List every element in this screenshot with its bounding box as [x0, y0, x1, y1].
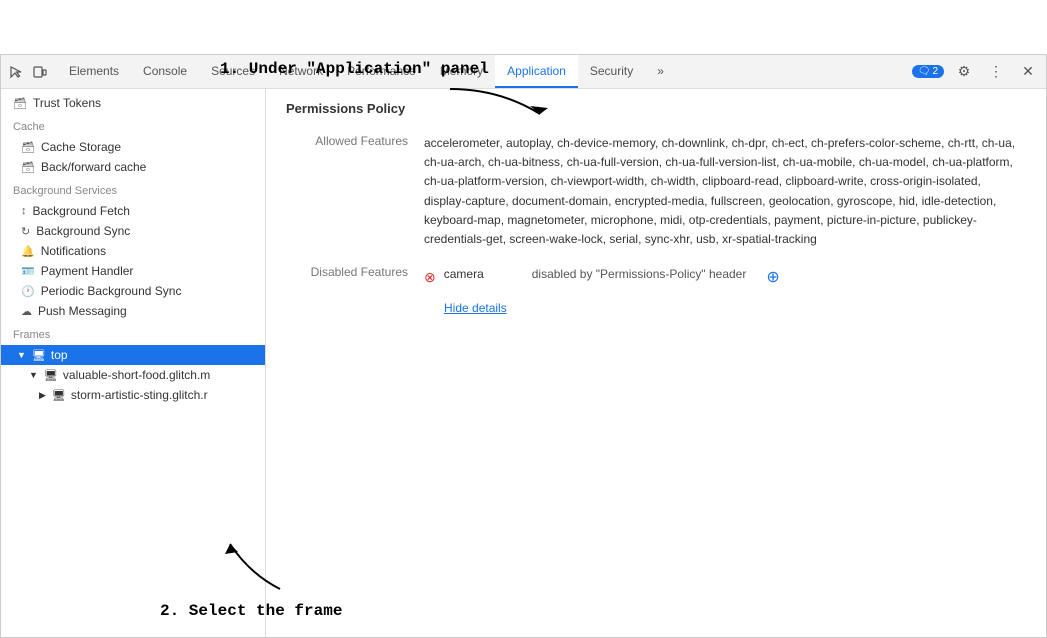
expand-icon: ▼: [17, 350, 26, 360]
sidebar-item-frame2[interactable]: ▶ 🖥 storm-artistic-sting.glitch.r: [1, 385, 265, 405]
cache-storage-icon: 🗃: [21, 141, 35, 154]
sidebar: 🗃 Trust Tokens Cache 🗃 Cache Storage 🗃 B…: [1, 89, 266, 637]
badge-count: 2: [932, 66, 938, 77]
allowed-features-label: Allowed Features: [286, 130, 416, 253]
disabled-feature-name: camera: [444, 265, 524, 284]
disabled-features-row: Disabled Features ⊗ camera disabled by "…: [286, 253, 1026, 322]
error-icon: ⊗: [424, 266, 436, 288]
disabled-feature-entry: ⊗ camera disabled by "Permissions-Policy…: [424, 265, 1018, 291]
sidebar-item-background-sync[interactable]: ↻ Background Sync: [1, 221, 265, 241]
close-button[interactable]: ✕: [1016, 60, 1040, 84]
database-icon: 🗃: [13, 97, 27, 110]
chat-icon: 🗨: [918, 66, 931, 77]
frame-icon: 🖥: [32, 349, 46, 362]
permissions-table: Allowed Features accelerometer, autoplay…: [286, 130, 1026, 322]
sidebar-item-top-frame[interactable]: ▼ 🖥 top: [1, 345, 265, 365]
periodic-sync-icon: 🕐: [21, 285, 35, 298]
allowed-features-value: accelerometer, autoplay, ch-device-memor…: [416, 130, 1026, 253]
toolbar-left-icons: [7, 63, 49, 81]
sync-icon: ↻: [21, 225, 30, 238]
frame-icon-1: 🖥: [44, 369, 58, 382]
toolbar: Elements Console Sources Network Perform…: [1, 55, 1046, 89]
tab-memory[interactable]: Memory: [428, 55, 495, 88]
sidebar-item-cache-storage[interactable]: 🗃 Cache Storage: [1, 137, 265, 157]
tab-sources[interactable]: Sources: [199, 55, 267, 88]
sidebar-item-background-fetch[interactable]: ↕ Background Fetch: [1, 201, 265, 221]
expand-sub1-icon: ▼: [29, 370, 38, 380]
expand-sub2-icon: ▶: [39, 390, 46, 401]
sidebar-item-payment-handler[interactable]: 🪪 Payment Handler: [1, 261, 265, 281]
tab-security[interactable]: Security: [578, 55, 645, 88]
device-icon[interactable]: [31, 63, 49, 81]
disabled-feature-reason: disabled by "Permissions-Policy" header: [532, 265, 747, 284]
messages-badge[interactable]: 🗨 2: [912, 65, 944, 78]
sidebar-item-back-forward-cache[interactable]: 🗃 Back/forward cache: [1, 157, 265, 177]
frame-icon-2: 🖥: [52, 389, 66, 402]
sidebar-item-notifications[interactable]: 🔔 Notifications: [1, 241, 265, 261]
more-options-button[interactable]: ⋮: [984, 60, 1008, 84]
tab-performance[interactable]: Performance: [335, 55, 428, 88]
toolbar-right: 🗨 2 ⚙ ⋮ ✕: [912, 60, 1040, 84]
settings-button[interactable]: ⚙: [952, 60, 976, 84]
disabled-features-label: Disabled Features: [286, 253, 416, 322]
refresh-icon[interactable]: ⊕: [766, 265, 779, 291]
tab-application[interactable]: Application: [495, 55, 578, 88]
payment-icon: 🪪: [21, 265, 35, 278]
background-services-section-label: Background Services: [1, 177, 265, 201]
frames-section-label: Frames: [1, 321, 265, 345]
sidebar-item-frame1[interactable]: ▼ 🖥 valuable-short-food.glitch.m: [1, 365, 265, 385]
disabled-features-value: ⊗ camera disabled by "Permissions-Policy…: [416, 253, 1026, 322]
tab-more[interactable]: »: [645, 55, 676, 88]
tab-console[interactable]: Console: [131, 55, 199, 88]
content-area: 🗃 Trust Tokens Cache 🗃 Cache Storage 🗃 B…: [1, 89, 1046, 637]
inspect-icon[interactable]: [7, 63, 25, 81]
tab-elements[interactable]: Elements: [57, 55, 131, 88]
cache-section-label: Cache: [1, 113, 265, 137]
hide-details-link[interactable]: Hide details: [424, 299, 1018, 318]
tab-bar: Elements Console Sources Network Perform…: [57, 55, 912, 88]
tab-network[interactable]: Network: [267, 55, 335, 88]
sidebar-item-push-messaging[interactable]: ☁ Push Messaging: [1, 301, 265, 321]
cloud-icon: ☁: [21, 305, 32, 318]
bell-icon: 🔔: [21, 245, 35, 258]
sidebar-item-periodic-bg-sync[interactable]: 🕐 Periodic Background Sync: [1, 281, 265, 301]
back-forward-icon: 🗃: [21, 161, 35, 174]
allowed-features-row: Allowed Features accelerometer, autoplay…: [286, 130, 1026, 253]
sidebar-item-trust-tokens[interactable]: 🗃 Trust Tokens: [1, 93, 265, 113]
panel-title: Permissions Policy: [286, 101, 1026, 116]
main-panel: Permissions Policy Allowed Features acce…: [266, 89, 1046, 637]
fetch-icon: ↕: [21, 205, 27, 217]
devtools-panel: Elements Console Sources Network Perform…: [0, 54, 1047, 638]
